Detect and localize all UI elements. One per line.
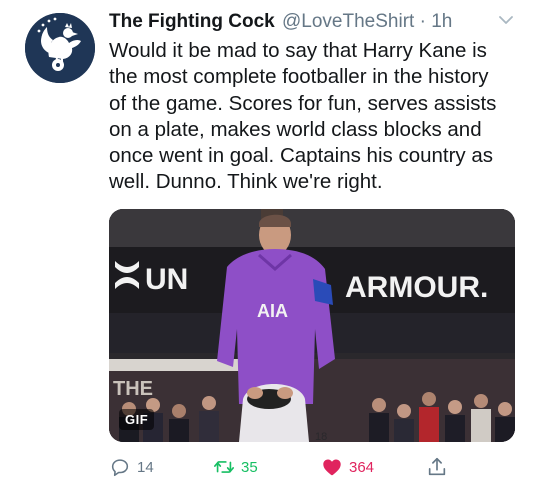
reply-icon [111,459,129,477]
tweet-text-line: the most complete footballer in the hist… [109,65,489,89]
handle[interactable]: @LoveTheShirt [282,11,414,32]
tweet-actions: 14 35 364 [109,454,529,480]
shirt-sponsor-text: AIA [257,301,288,321]
gif-media[interactable]: UN ARMOUR. THE AIA 18 GIF [109,209,515,442]
share-icon [428,457,446,476]
tweet-card[interactable]: The Fighting Cock @LoveTheShirt · 1h Wou… [0,0,540,488]
tweet-text: Would it be mad to say that Harry Kane i… [109,38,529,196]
tweet-text-line: on a plate, makes world class blocks and [109,117,482,141]
hoarding-right-text: ARMOUR. [345,271,488,304]
gif-frame: UN ARMOUR. THE AIA 18 [109,209,515,442]
gif-badge: GIF [119,409,155,430]
tweet-text-line: well. Dunno. Think we're right. [109,170,383,194]
cockerel-logo-icon [25,13,95,83]
separator-dot: · [419,11,426,32]
chevron-down-icon [499,16,513,24]
heart-icon [323,459,341,476]
shirt-number-text: 18 [315,431,327,442]
reply-button[interactable]: 14 [109,454,154,480]
stand-text: THE [113,378,153,400]
reply-count: 14 [137,458,154,476]
share-button[interactable] [426,454,448,480]
retweet-count: 35 [241,458,258,476]
tweet-header: The Fighting Cock @LoveTheShirt · 1h [109,10,519,34]
tweet-text-line: Would it be mad to say that Harry Kane i… [109,39,487,62]
tweet-text-line: of the game. Scores for fun, serves assi… [109,91,497,115]
timestamp[interactable]: 1h [431,11,452,32]
retweet-icon [214,461,234,473]
hoarding-left-text: UN [145,263,188,296]
avatar[interactable] [25,13,95,83]
more-options-button[interactable] [497,13,515,27]
display-name[interactable]: The Fighting Cock [109,11,275,32]
tweet-text-line: once went in goal. Captains his country … [109,144,494,168]
like-button[interactable]: 364 [321,454,374,480]
retweet-button[interactable]: 35 [213,454,258,480]
like-count: 364 [349,458,375,476]
